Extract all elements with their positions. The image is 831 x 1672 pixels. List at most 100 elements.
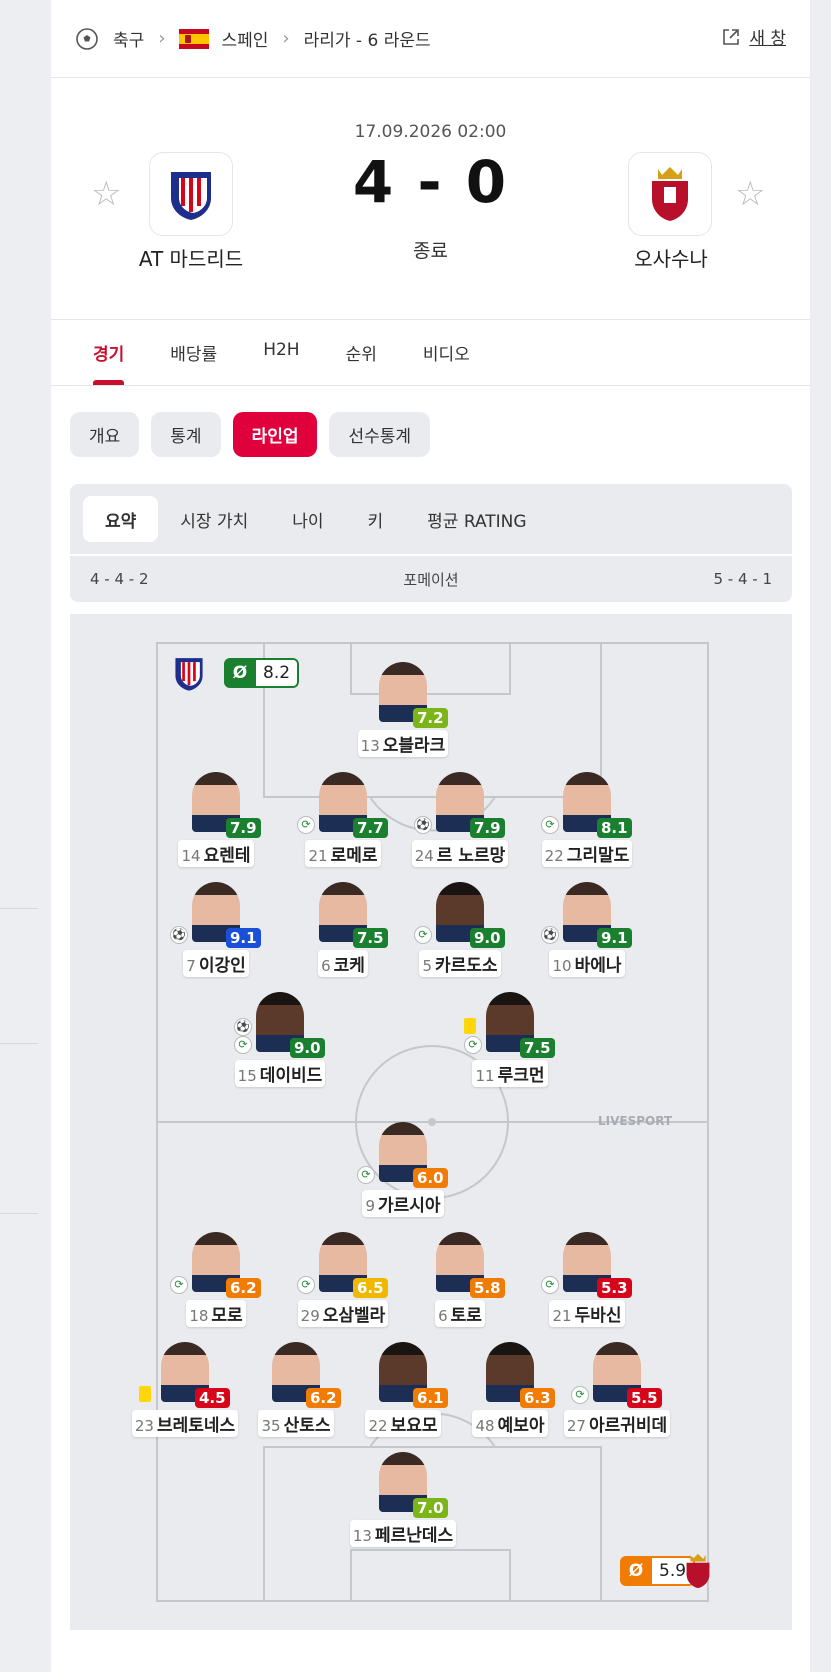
pill-player-stats[interactable]: 선수통계 xyxy=(329,412,431,457)
player-48[interactable]: 6.3 48 예보아 xyxy=(450,1342,570,1452)
tab-h2h[interactable]: H2H xyxy=(263,320,299,385)
chevron-right-icon: › xyxy=(282,28,290,49)
goal-ball-icon: ⚽ xyxy=(170,926,188,944)
player-number: 7 xyxy=(186,957,196,975)
subtab-summary[interactable]: 요약 xyxy=(83,496,159,542)
subtab-avg-rating[interactable]: 평균 RATING xyxy=(405,496,548,542)
tab-video[interactable]: 비디오 xyxy=(423,320,470,385)
player-27[interactable]: 5.5 ⟳ 27 아르귀비데 xyxy=(557,1342,677,1452)
tab-odds[interactable]: 배당률 xyxy=(170,320,217,385)
player-23[interactable]: 4.5 23 브레토네스 xyxy=(125,1342,245,1452)
player-label: 10 바에나 xyxy=(527,950,647,977)
player-13[interactable]: 7.0 13 페르난데스 xyxy=(343,1452,463,1562)
player-name: 로메로 xyxy=(330,846,378,866)
tab-standings[interactable]: 순위 xyxy=(346,320,377,385)
player-label: 24 르 노르망 xyxy=(400,840,520,867)
player-name-box: 14 요렌테 xyxy=(178,840,254,867)
player-6[interactable]: 7.5 6 코케 xyxy=(283,882,403,992)
player-22[interactable]: 8.1 ⟳ 22 그리말도 xyxy=(527,772,647,882)
osasuna-mini-crest-icon xyxy=(686,1553,710,1589)
subtab-market-value[interactable]: 시장 가치 xyxy=(158,496,270,542)
player-label: 29 오삼벨라 xyxy=(283,1300,403,1327)
home-formation: 4 - 4 - 2 xyxy=(90,570,149,588)
player-label: 7 이강인 xyxy=(156,950,276,977)
player-rating: 6.3 xyxy=(520,1388,555,1408)
breadcrumb-country[interactable]: 스페인 xyxy=(221,26,268,51)
player-name-box: 13 페르난데스 xyxy=(349,1520,457,1547)
breadcrumb-league[interactable]: 라리가 - 6 라운드 xyxy=(304,26,431,51)
player-name-box: 21 두바신 xyxy=(549,1300,625,1327)
player-15[interactable]: 9.0 ⚽ ⟳ 15 데이비드 xyxy=(220,992,340,1102)
player-29[interactable]: 6.5 ⟳ 29 오삼벨라 xyxy=(283,1232,403,1342)
match-header: ☆ AT 마드리드 17.09.2026 02:00 4 - 0 종료 오사수나… xyxy=(51,78,810,320)
pill-stats[interactable]: 통계 xyxy=(151,412,221,457)
player-21[interactable]: 5.3 ⟳ 21 두바신 xyxy=(527,1232,647,1342)
player-10[interactable]: 9.1 ⚽ 10 바에나 xyxy=(527,882,647,992)
player-label: 13 페르난데스 xyxy=(343,1520,463,1547)
player-35[interactable]: 6.2 35 산토스 xyxy=(236,1342,356,1452)
away-formation: 5 - 4 - 1 xyxy=(713,570,772,588)
player-number: 14 xyxy=(181,847,201,865)
player-number: 15 xyxy=(237,1067,257,1085)
lineup-subtabs: 요약 시장 가치 나이 키 평균 RATING xyxy=(70,484,792,554)
player-name: 바에나 xyxy=(574,956,622,976)
player-rating: 7.9 xyxy=(226,818,261,838)
tab-match[interactable]: 경기 xyxy=(93,320,125,385)
player-name: 페르난데스 xyxy=(374,1526,454,1546)
player-number: 13 xyxy=(360,737,380,755)
player-label: 27 아르귀비데 xyxy=(557,1410,677,1437)
player-6[interactable]: 5.8 6 토로 xyxy=(400,1232,520,1342)
spain-flag-icon xyxy=(179,28,210,49)
player-rating: 5.3 xyxy=(597,1278,632,1298)
breadcrumb: 축구 › 스페인 › 라리가 - 6 라운드 새 창 xyxy=(51,0,810,78)
player-18[interactable]: 6.2 ⟳ 18 모로 xyxy=(156,1232,276,1342)
subtab-height[interactable]: 키 xyxy=(346,496,406,542)
away-team-name[interactable]: 오사수나 xyxy=(571,243,771,272)
player-13[interactable]: 7.2 13 오블라크 xyxy=(343,662,463,772)
player-number: 5 xyxy=(422,957,432,975)
pill-summary[interactable]: 개요 xyxy=(70,412,140,457)
player-number: 21 xyxy=(308,847,328,865)
player-rating: 9.0 xyxy=(470,928,505,948)
player-11[interactable]: 7.5 ⟳ 11 루크먼 xyxy=(450,992,570,1102)
player-name: 코케 xyxy=(333,956,365,976)
player-number: 11 xyxy=(475,1067,495,1085)
player-14[interactable]: 7.9 14 요렌테 xyxy=(156,772,276,882)
player-name: 가르시아 xyxy=(377,1196,441,1216)
player-label: 22 보요모 xyxy=(343,1410,463,1437)
player-name-box: 21 로메로 xyxy=(305,840,381,867)
player-name: 요렌테 xyxy=(203,846,251,866)
player-21[interactable]: 7.7 ⟳ 21 로메로 xyxy=(283,772,403,882)
player-label: 6 코케 xyxy=(283,950,403,977)
player-name-box: 10 바에나 xyxy=(549,950,625,977)
player-name-box: 13 오블라크 xyxy=(357,730,449,757)
match-tabs: 경기 배당률 H2H 순위 비디오 xyxy=(51,320,810,386)
substitution-icon: ⟳ xyxy=(297,816,315,834)
osasuna-crest-icon xyxy=(652,167,688,221)
player-5[interactable]: 9.0 ⟳ 5 카르도소 xyxy=(400,882,520,992)
substitution-icon: ⟳ xyxy=(170,1276,188,1294)
favorite-away-star-icon[interactable]: ☆ xyxy=(735,174,765,214)
player-rating: 4.5 xyxy=(195,1388,230,1408)
match-datetime: 17.09.2026 02:00 xyxy=(354,122,507,142)
player-name-box: 22 그리말도 xyxy=(541,840,633,867)
player-label: 21 로메로 xyxy=(283,840,403,867)
player-name-box: 5 카르도소 xyxy=(419,950,501,977)
breadcrumb-sport[interactable]: 축구 xyxy=(113,26,144,51)
atletico-mini-crest-icon xyxy=(175,658,203,691)
substitution-icon: ⟳ xyxy=(541,816,559,834)
player-number: 13 xyxy=(352,1527,372,1545)
lineup-pitch-area: LIVESPORT Ø 8.2 Ø 5.9 7.2 13 오블라크 7.9 14 요렌테 7… xyxy=(70,614,792,1630)
player-24[interactable]: 7.9 ⚽ 24 르 노르망 xyxy=(400,772,520,882)
player-7[interactable]: 9.1 ⚽ 7 이강인 xyxy=(156,882,276,992)
player-name-box: 15 데이비드 xyxy=(234,1060,326,1087)
player-name: 오삼벨라 xyxy=(322,1306,386,1326)
pill-lineups[interactable]: 라인업 xyxy=(232,412,318,457)
player-9[interactable]: 6.0 ⟳ 9 가르시아 xyxy=(343,1122,463,1232)
player-number: 29 xyxy=(300,1307,320,1325)
player-name-box: 24 르 노르망 xyxy=(411,840,509,867)
new-window-link[interactable]: 새 창 xyxy=(721,24,786,49)
subtab-age[interactable]: 나이 xyxy=(270,496,345,542)
away-team-logo[interactable] xyxy=(628,152,712,236)
player-22[interactable]: 6.1 22 보요모 xyxy=(343,1342,463,1452)
